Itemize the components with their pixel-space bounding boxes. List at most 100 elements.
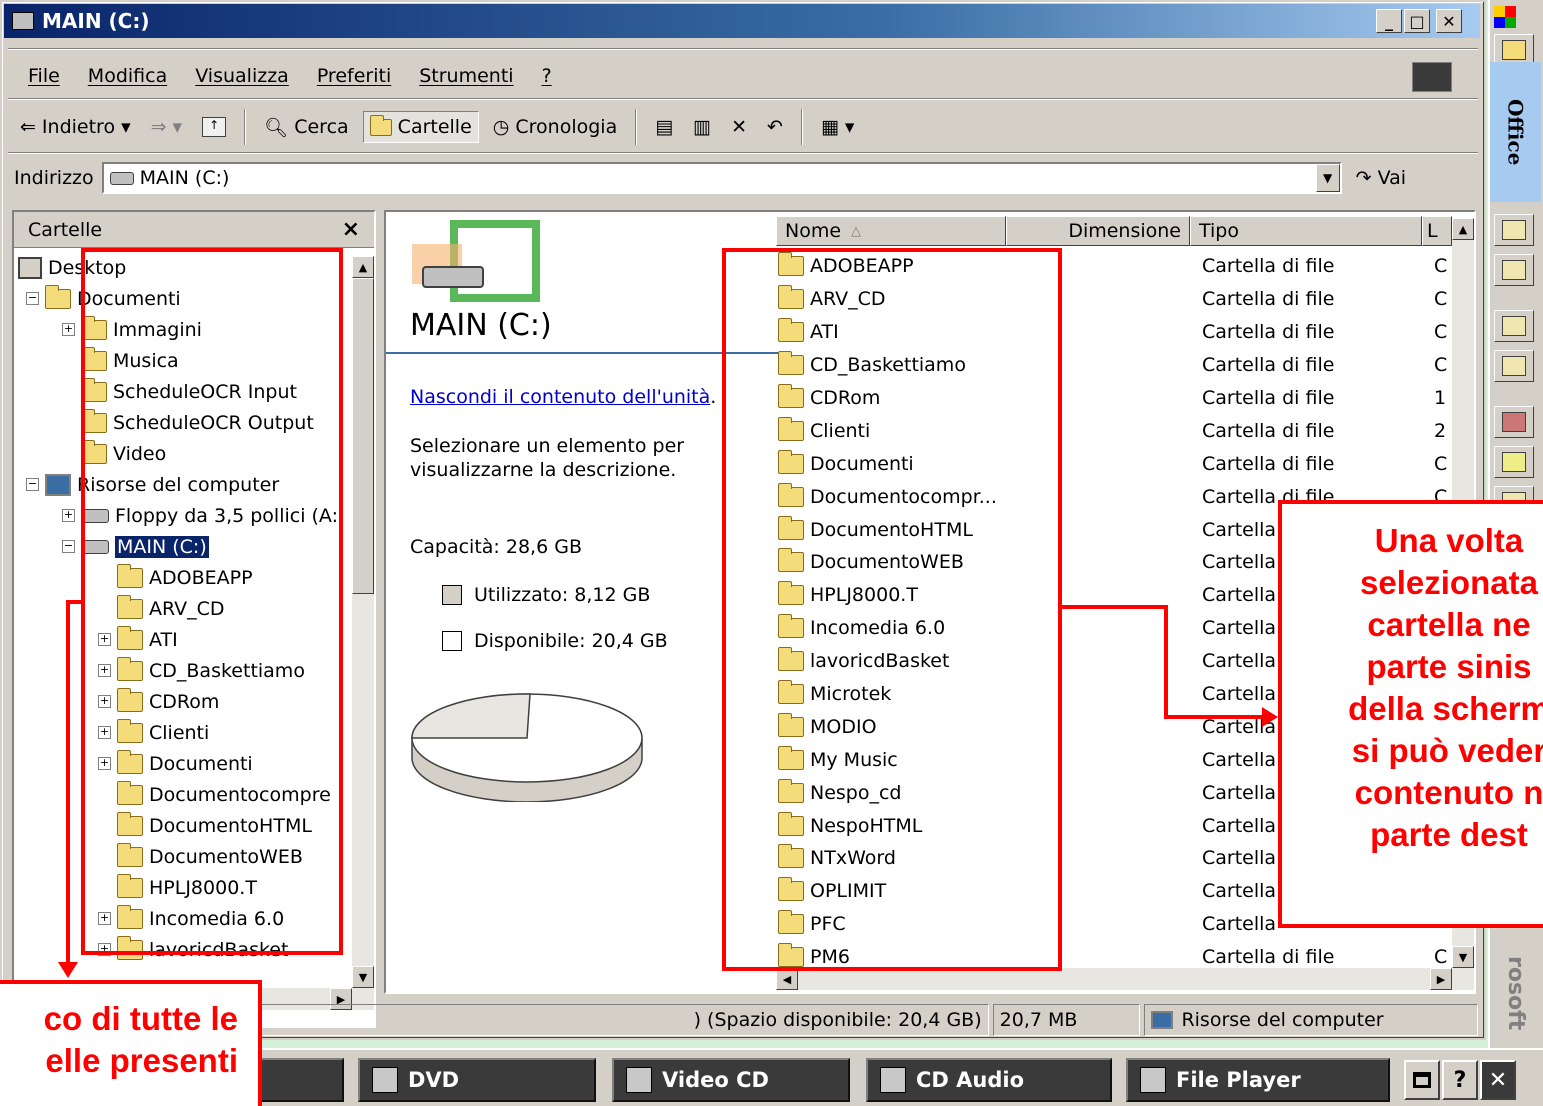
tree-item[interactable]: + Clienti [14, 717, 354, 748]
tree-item[interactable]: ARV_CD [14, 593, 354, 624]
file-row[interactable]: PFC [778, 908, 997, 941]
office-new-document-button[interactable] [1494, 214, 1534, 246]
scroll-up-button[interactable]: ▲ [352, 256, 374, 278]
file-row[interactable]: Documenti [778, 447, 997, 480]
taskbar-button-file-player[interactable]: File Player [1126, 1058, 1390, 1102]
office-shortcut-button[interactable] [1494, 350, 1534, 382]
restore-button[interactable] [1404, 1060, 1440, 1100]
minimize-button[interactable]: _ [1376, 9, 1402, 33]
tree-item-selected[interactable]: − MAIN (C:) [14, 531, 354, 562]
search-button[interactable]: 🔍︎ Cerca [258, 112, 355, 143]
office-shortcut-button[interactable] [1494, 310, 1534, 342]
taskbar-button-dvd[interactable]: DVD [358, 1058, 596, 1102]
file-row[interactable]: Documentocompr... [778, 480, 997, 513]
file-row[interactable]: Microtek [778, 678, 997, 711]
file-row[interactable]: Clienti [778, 414, 997, 447]
collapse-icon[interactable]: − [26, 478, 39, 491]
tree-item[interactable]: Video [14, 438, 354, 469]
folders-panel-close-button[interactable]: × [342, 217, 360, 242]
column-header-size[interactable]: Dimensione [1006, 216, 1190, 246]
list-scroll-up-button[interactable]: ▲ [1452, 218, 1474, 240]
menu-modifica[interactable]: Modifica [74, 65, 181, 87]
copy-to-button[interactable]: ▥ [687, 112, 717, 142]
tree-item[interactable]: − Documenti [14, 283, 354, 314]
file-row[interactable]: CD_Baskettiamo [778, 349, 997, 382]
column-header-extra[interactable]: L [1422, 216, 1452, 246]
collapse-icon[interactable]: − [26, 292, 39, 305]
menu-file[interactable]: File [14, 65, 74, 87]
tree-item[interactable]: + ATI [14, 624, 354, 655]
help-button[interactable]: ? [1442, 1060, 1478, 1100]
tree-vertical-scrollbar[interactable]: ▲ ▼ [352, 256, 374, 988]
file-row[interactable]: DocumentoWEB [778, 546, 997, 579]
tree-item[interactable]: ScheduleOCR Output [14, 407, 354, 438]
tree-item[interactable]: + lavoricdBasket [14, 934, 354, 965]
tree-item[interactable]: DocumentoHTML [14, 810, 354, 841]
expand-icon[interactable]: + [62, 509, 75, 522]
expand-icon[interactable]: + [98, 726, 111, 739]
file-row[interactable]: MODIO [778, 710, 997, 743]
tree-item[interactable]: ScheduleOCR Input [14, 376, 354, 407]
scroll-down-button[interactable]: ▼ [1452, 946, 1474, 968]
tree-item[interactable]: − Risorse del computer [14, 469, 354, 500]
file-row[interactable]: DocumentoHTML [778, 513, 997, 546]
menu-visualizza[interactable]: Visualizza [181, 65, 303, 87]
hide-content-link[interactable]: Nascondi il contenuto dell'unità [410, 386, 710, 408]
office-shortcut-button[interactable] [1494, 446, 1534, 478]
expand-icon[interactable]: + [98, 633, 111, 646]
tree-item[interactable]: DocumentoWEB [14, 841, 354, 872]
file-row[interactable]: lavoricdBasket [778, 645, 997, 678]
file-row[interactable]: NTxWord [778, 842, 997, 875]
back-button[interactable]: ⇐ Indietro ▾ [14, 112, 137, 142]
expand-icon[interactable]: + [98, 912, 111, 925]
tree-item[interactable]: + CDRom [14, 686, 354, 717]
scroll-right-button[interactable]: ▶ [1430, 968, 1452, 990]
tree-item[interactable]: + CD_Baskettiamo [14, 655, 354, 686]
expand-icon[interactable]: + [62, 323, 75, 336]
views-button[interactable]: ▦ ▾ [815, 112, 861, 142]
scroll-thumb[interactable] [352, 278, 374, 594]
tree-item[interactable]: + Documenti [14, 748, 354, 779]
up-folder-button[interactable]: ↑ [196, 113, 232, 141]
file-row[interactable]: CDRom [778, 382, 997, 415]
taskbar-close-button[interactable]: ✕ [1480, 1060, 1516, 1100]
file-row[interactable]: ADOBEAPP [778, 250, 997, 283]
title-bar[interactable]: MAIN (C:) _ □ ✕ [4, 4, 1480, 38]
file-row[interactable]: ATI [778, 316, 997, 349]
list-horizontal-scrollbar[interactable]: ◀ ▶ [776, 968, 1474, 990]
file-row[interactable]: Nespo_cd [778, 776, 997, 809]
maximize-button[interactable]: □ [1404, 9, 1430, 33]
tree-item[interactable]: + Floppy da 3,5 pollici (A: [14, 500, 354, 531]
tree-item[interactable]: Desktop [14, 252, 354, 283]
tree-item[interactable]: Documentocompre [14, 779, 354, 810]
expand-icon[interactable]: + [98, 695, 111, 708]
column-header-type[interactable]: Tipo [1190, 216, 1422, 246]
expand-icon[interactable]: + [98, 943, 111, 956]
taskbar-button-cd-audio[interactable]: CD Audio [866, 1058, 1112, 1102]
delete-button[interactable]: ✕ [725, 112, 753, 142]
file-row[interactable]: ARV_CD [778, 283, 997, 316]
folders-button[interactable]: Cartelle [362, 111, 479, 143]
menu-preferiti[interactable]: Preferiti [303, 65, 405, 87]
menu-help[interactable]: ? [528, 65, 566, 87]
tree-item[interactable]: + Incomedia 6.0 [14, 903, 354, 934]
taskbar-button-video-cd[interactable]: Video CD [612, 1058, 850, 1102]
file-row[interactable]: NespoHTML [778, 809, 997, 842]
expand-icon[interactable]: + [98, 757, 111, 770]
file-row[interactable]: Incomedia 6.0 [778, 612, 997, 645]
menu-strumenti[interactable]: Strumenti [405, 65, 527, 87]
close-button[interactable]: ✕ [1436, 9, 1462, 33]
file-row[interactable]: My Music [778, 743, 997, 776]
tree-item[interactable]: Musica [14, 345, 354, 376]
office-shortcut-button[interactable] [1494, 406, 1534, 438]
tree-item[interactable]: HPLJ8000.T [14, 872, 354, 903]
history-button[interactable]: ◷ Cronologia [487, 112, 623, 142]
file-row[interactable]: HPLJ8000.T [778, 579, 997, 612]
go-button[interactable]: ↷ Vai [1350, 163, 1412, 193]
expand-icon[interactable]: + [98, 664, 111, 677]
column-header-name[interactable]: Nome △ [776, 216, 1006, 246]
collapse-icon[interactable]: − [62, 540, 75, 553]
scroll-left-button[interactable]: ◀ [776, 968, 798, 990]
office-open-document-button[interactable] [1494, 254, 1534, 286]
address-input[interactable]: MAIN (C:) ▼ [101, 162, 1342, 194]
